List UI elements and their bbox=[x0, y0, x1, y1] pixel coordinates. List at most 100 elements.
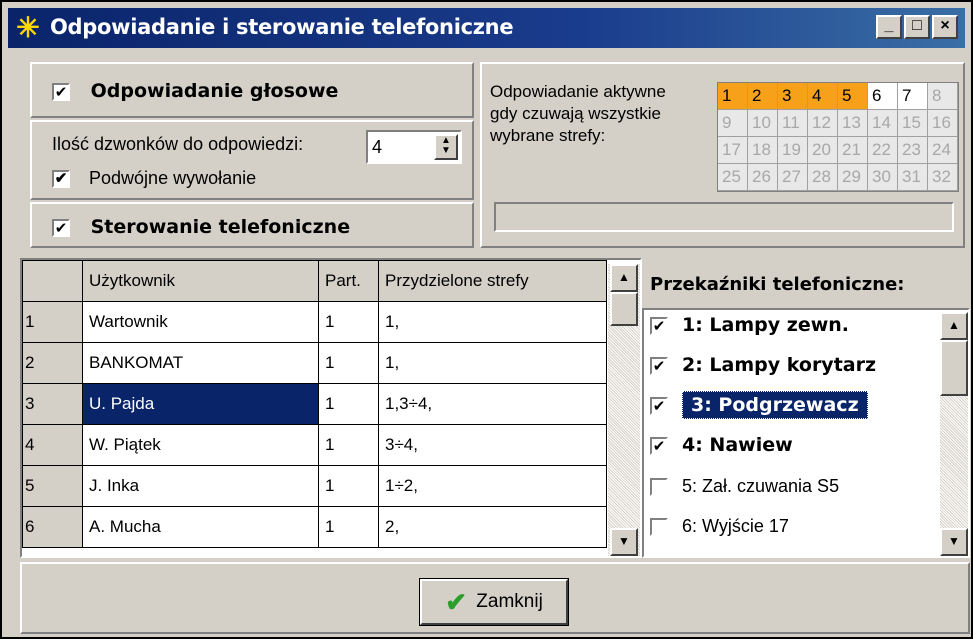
zone-cell-9[interactable]: 9 bbox=[718, 110, 748, 137]
zones-status-bar bbox=[494, 202, 954, 232]
zone-cell-6[interactable]: 6 bbox=[868, 83, 898, 110]
row-part[interactable]: 1 bbox=[318, 301, 379, 343]
checkbox-icon: ✔ bbox=[52, 170, 70, 189]
scroll-up-icon[interactable]: ▲ bbox=[610, 264, 638, 292]
zone-cell-26[interactable]: 26 bbox=[748, 164, 778, 191]
relay-item-selected[interactable]: ✔ 3: Podgrzewacz bbox=[650, 391, 940, 432]
zone-cell-32[interactable]: 32 bbox=[928, 164, 958, 191]
window-title: Odpowiadanie i sterowanie telefoniczne bbox=[50, 15, 514, 39]
table-row[interactable]: 5 J. Inka 1 1÷2, bbox=[22, 465, 607, 507]
zone-cell-7[interactable]: 7 bbox=[898, 83, 928, 110]
zone-cell-14[interactable]: 14 bbox=[868, 110, 898, 137]
zone-cell-1[interactable]: 1 bbox=[718, 83, 748, 110]
table-row[interactable]: 1 Wartownik 1 1, bbox=[22, 301, 607, 343]
table-row[interactable]: 4 W. Piątek 1 3÷4, bbox=[22, 424, 607, 466]
scroll-up-icon[interactable]: ▲ bbox=[940, 312, 968, 340]
col-header-num bbox=[22, 260, 83, 302]
row-user[interactable]: BANKOMAT bbox=[82, 342, 319, 384]
col-header-part[interactable]: Part. bbox=[318, 260, 379, 302]
row-user[interactable]: J. Inka bbox=[82, 465, 319, 507]
row-user-selected[interactable]: U. Pajda bbox=[82, 383, 319, 425]
scroll-thumb[interactable] bbox=[940, 340, 968, 396]
scroll-down-icon[interactable]: ▼ bbox=[940, 528, 968, 556]
zone-cell-28[interactable]: 28 bbox=[808, 164, 838, 191]
checkbox-icon[interactable] bbox=[650, 518, 668, 537]
checkbox-icon[interactable]: ✔ bbox=[650, 436, 668, 455]
zone-cell-18[interactable]: 18 bbox=[748, 137, 778, 164]
zones-grid[interactable]: 1 2 3 4 5 6 7 8 9 10 11 12 13 14 15 16 17 18 19 20 21 22 23 24 2… bbox=[717, 82, 959, 192]
double-call-checkbox[interactable]: ✔ Podwójne wywołanie bbox=[52, 168, 256, 189]
row-zones[interactable]: 1, bbox=[378, 301, 607, 343]
zone-cell-16[interactable]: 16 bbox=[928, 110, 958, 137]
table-row[interactable]: 3 U. Pajda 1 1,3÷4, bbox=[22, 383, 607, 425]
zone-cell-5[interactable]: 5 bbox=[838, 83, 868, 110]
zone-cell-2[interactable]: 2 bbox=[748, 83, 778, 110]
zone-cell-10[interactable]: 10 bbox=[748, 110, 778, 137]
minimize-button[interactable]: _ bbox=[876, 15, 902, 39]
col-header-zones[interactable]: Przydzielone strefy bbox=[378, 260, 607, 302]
checkbox-icon[interactable]: ✔ bbox=[650, 316, 668, 335]
zone-cell-12[interactable]: 12 bbox=[808, 110, 838, 137]
table-row[interactable]: 2 BANKOMAT 1 1, bbox=[22, 342, 607, 384]
rings-stepper[interactable]: 4 ▲ ▼ bbox=[366, 130, 462, 164]
zone-cell-23[interactable]: 23 bbox=[898, 137, 928, 164]
zone-cell-30[interactable]: 30 bbox=[868, 164, 898, 191]
row-part[interactable]: 1 bbox=[318, 342, 379, 384]
row-number: 2 bbox=[22, 342, 83, 384]
zone-cell-13[interactable]: 13 bbox=[838, 110, 868, 137]
zone-cell-29[interactable]: 29 bbox=[838, 164, 868, 191]
voice-answer-checkbox[interactable]: ✔ Odpowiadanie głosowe bbox=[52, 80, 338, 102]
row-zones[interactable]: 1, bbox=[378, 342, 607, 384]
checkbox-icon[interactable]: ✔ bbox=[650, 356, 668, 375]
zone-cell-15[interactable]: 15 bbox=[898, 110, 928, 137]
zone-cell-20[interactable]: 20 bbox=[808, 137, 838, 164]
relay-item[interactable]: ✔ 2: Lampy korytarz bbox=[650, 354, 940, 392]
relay-label: 5: Zał. czuwania S5 bbox=[682, 476, 840, 496]
close-window-button[interactable]: × bbox=[932, 15, 958, 39]
row-part[interactable]: 1 bbox=[318, 383, 379, 425]
dialog-window: ✳ Odpowiadanie i sterowanie telefoniczne… bbox=[0, 0, 973, 639]
relay-item[interactable]: ✔ 1: Lampy zewn. bbox=[650, 314, 940, 352]
zone-cell-3[interactable]: 3 bbox=[778, 83, 808, 110]
row-part[interactable]: 1 bbox=[318, 506, 379, 548]
zone-cell-21[interactable]: 21 bbox=[838, 137, 868, 164]
row-zones[interactable]: 1÷2, bbox=[378, 465, 607, 507]
scroll-thumb[interactable] bbox=[610, 292, 638, 326]
relay-label: 3: Podgrzewacz bbox=[682, 391, 868, 419]
rings-value: 4 bbox=[372, 137, 383, 157]
relay-item[interactable]: 6: Wyjście 17 bbox=[650, 516, 940, 554]
table-row[interactable]: 6 A. Mucha 1 2, bbox=[22, 506, 607, 548]
row-user[interactable]: W. Piątek bbox=[82, 424, 319, 466]
zone-cell-25[interactable]: 25 bbox=[718, 164, 748, 191]
checkbox-icon[interactable] bbox=[650, 478, 668, 497]
close-button[interactable]: ✔ Zamknij bbox=[420, 579, 568, 625]
scroll-down-icon[interactable]: ▼ bbox=[610, 528, 638, 556]
maximize-button[interactable]: □ bbox=[904, 15, 930, 39]
row-zones[interactable]: 3÷4, bbox=[378, 424, 607, 466]
row-zones[interactable]: 2, bbox=[378, 506, 607, 548]
zone-cell-11[interactable]: 11 bbox=[778, 110, 808, 137]
checkbox-icon[interactable]: ✔ bbox=[650, 396, 668, 415]
zone-cell-8[interactable]: 8 bbox=[928, 83, 958, 110]
row-part[interactable]: 1 bbox=[318, 424, 379, 466]
zone-cell-31[interactable]: 31 bbox=[898, 164, 928, 191]
relays-scrollbar[interactable]: ▲ ▼ bbox=[940, 312, 968, 556]
relay-label: 6: Wyjście 17 bbox=[682, 516, 789, 536]
row-zones[interactable]: 1,3÷4, bbox=[378, 383, 607, 425]
zone-cell-4[interactable]: 4 bbox=[808, 83, 838, 110]
zone-cell-27[interactable]: 27 bbox=[778, 164, 808, 191]
zones-label-3: wybrane strefy: bbox=[490, 126, 606, 145]
relay-item[interactable]: ✔ 4: Nawiew bbox=[650, 434, 940, 472]
users-scrollbar[interactable]: ▲ ▼ bbox=[608, 264, 640, 556]
col-header-user[interactable]: Użytkownik bbox=[82, 260, 319, 302]
row-part[interactable]: 1 bbox=[318, 465, 379, 507]
zone-cell-19[interactable]: 19 bbox=[778, 137, 808, 164]
row-user[interactable]: Wartownik bbox=[82, 301, 319, 343]
relay-item[interactable]: 5: Zał. czuwania S5 bbox=[650, 476, 940, 514]
row-user[interactable]: A. Mucha bbox=[82, 506, 319, 548]
zone-cell-24[interactable]: 24 bbox=[928, 137, 958, 164]
zone-cell-17[interactable]: 17 bbox=[718, 137, 748, 164]
phone-control-checkbox[interactable]: ✔ Sterowanie telefoniczne bbox=[52, 216, 350, 238]
zone-cell-22[interactable]: 22 bbox=[868, 137, 898, 164]
stepper-arrows-icon[interactable]: ▲ ▼ bbox=[434, 134, 458, 160]
